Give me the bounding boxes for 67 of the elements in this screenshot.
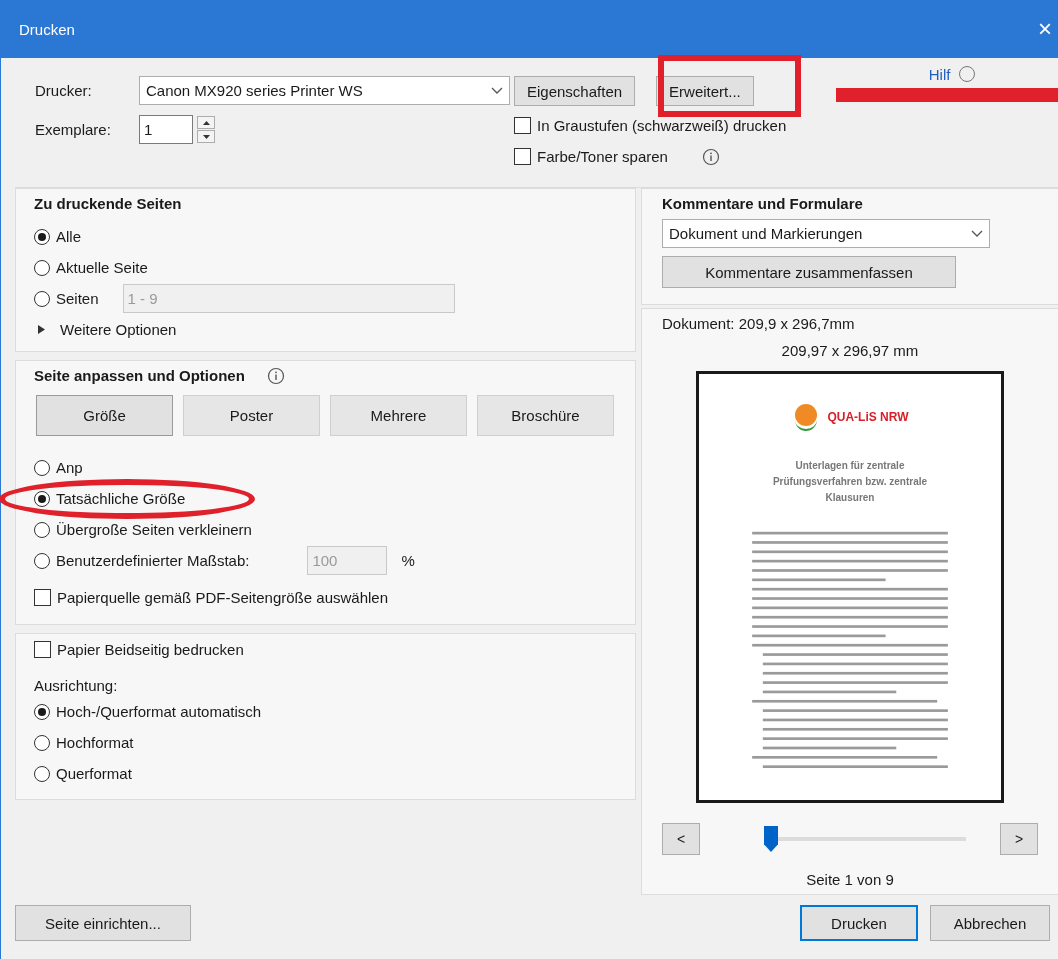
- help-link[interactable]: Hilf: [928, 65, 951, 83]
- radio-label: Tatsächliche Größe: [56, 490, 186, 507]
- radio-label: Anp: [56, 459, 83, 476]
- radio-button[interactable]: [34, 734, 50, 751]
- radio-button[interactable]: [34, 703, 50, 720]
- close-button[interactable]: ×: [1032, 15, 1058, 43]
- radio-label: Querformat: [56, 765, 132, 782]
- scaling-tab[interactable]: Poster: [183, 395, 320, 436]
- checkbox-label: Papierquelle gemäß PDF-Seitengröße auswählen: [57, 589, 388, 606]
- page-setup-button[interactable]: Seite einrichten...: [15, 905, 191, 941]
- radio-button[interactable]: [34, 290, 50, 307]
- printer-label: Drucker:: [35, 82, 93, 99]
- document-title: Unterlagen für zentrale Prüfungsverfahren bzw. zentrale Klausuren: [771, 459, 929, 505]
- chevron-down-icon: [491, 86, 503, 95]
- logo-text: QUA-LiS NRW: [827, 410, 909, 424]
- previous-page-button[interactable]: <: [662, 823, 700, 855]
- radio-label: Hoch-/Querformat automatisch: [56, 703, 262, 720]
- triangle-right-icon[interactable]: [38, 325, 46, 334]
- checkbox-label: Farbe/Toner sparen: [537, 148, 668, 165]
- radio-label: Alle: [56, 228, 81, 245]
- radio-button[interactable]: [34, 259, 50, 276]
- summarize-comments-button[interactable]: Kommentare zusammenfassen: [662, 256, 956, 288]
- percent-label: %: [401, 552, 415, 569]
- checkbox[interactable]: [514, 148, 531, 165]
- section-title: Seite anpassen und Optionen: [34, 366, 245, 386]
- properties-button[interactable]: Eigenschaften: [514, 76, 636, 106]
- radio-label: Übergroße Seiten verkleinern: [56, 521, 252, 538]
- checkbox[interactable]: [34, 589, 51, 606]
- radio-button[interactable]: [34, 228, 50, 245]
- checkbox[interactable]: [34, 641, 51, 658]
- scaling-tab[interactable]: Mehrere: [330, 395, 467, 436]
- window-title: Drucken: [19, 20, 75, 38]
- checkbox[interactable]: [514, 117, 531, 134]
- section-title: Zu druckende Seiten: [34, 194, 183, 214]
- checkbox-label: In Graustufen (schwarzweiß) drucken: [537, 117, 787, 134]
- radio-button[interactable]: [34, 765, 50, 782]
- copies-field[interactable]: 1: [139, 115, 193, 144]
- next-page-button[interactable]: >: [1000, 823, 1038, 855]
- more-options-link[interactable]: Weitere Optionen: [60, 321, 177, 338]
- info-icon: [701, 147, 720, 166]
- print-button[interactable]: Drucken: [800, 905, 918, 941]
- radio-button[interactable]: [34, 490, 50, 507]
- help-icon[interactable]: [958, 65, 977, 83]
- radio-label: Benutzerdefinierter Maßstab:: [56, 552, 250, 569]
- radio-label: Aktuelle Seite: [56, 259, 148, 276]
- page-status: Seite 1 von 9: [806, 871, 894, 888]
- radio-button[interactable]: [34, 459, 50, 476]
- section-title: Kommentare und Formulare: [662, 194, 864, 214]
- printer-select[interactable]: Canon MX920 series Printer WS: [139, 76, 510, 105]
- slider-thumb[interactable]: [764, 826, 778, 852]
- spinner[interactable]: [197, 116, 215, 143]
- orientation-label: Ausrichtung:: [34, 677, 119, 694]
- advanced-button[interactable]: Erweitert...: [656, 76, 754, 106]
- cancel-button[interactable]: Abbrechen: [930, 905, 1050, 941]
- radio-button[interactable]: [34, 552, 50, 569]
- info-icon: [266, 367, 285, 385]
- copies-label: Exemplare:: [35, 121, 112, 138]
- scaling-tab[interactable]: Größe: [36, 395, 173, 436]
- checkbox-label: Papier Beidseitig bedrucken: [57, 641, 244, 658]
- radio-label: Seiten: [56, 290, 99, 307]
- chevron-down-icon: [971, 229, 983, 238]
- radio-button[interactable]: [34, 521, 50, 538]
- paper-size: 209,97 x 296,97 mm: [781, 342, 919, 359]
- scaling-tab[interactable]: Broschüre: [477, 395, 614, 436]
- comments-select[interactable]: Dokument und Markierungen: [662, 219, 990, 248]
- document-size: Dokument: 209,9 x 296,7mm: [662, 315, 856, 332]
- radio-label: Hochformat: [56, 734, 134, 751]
